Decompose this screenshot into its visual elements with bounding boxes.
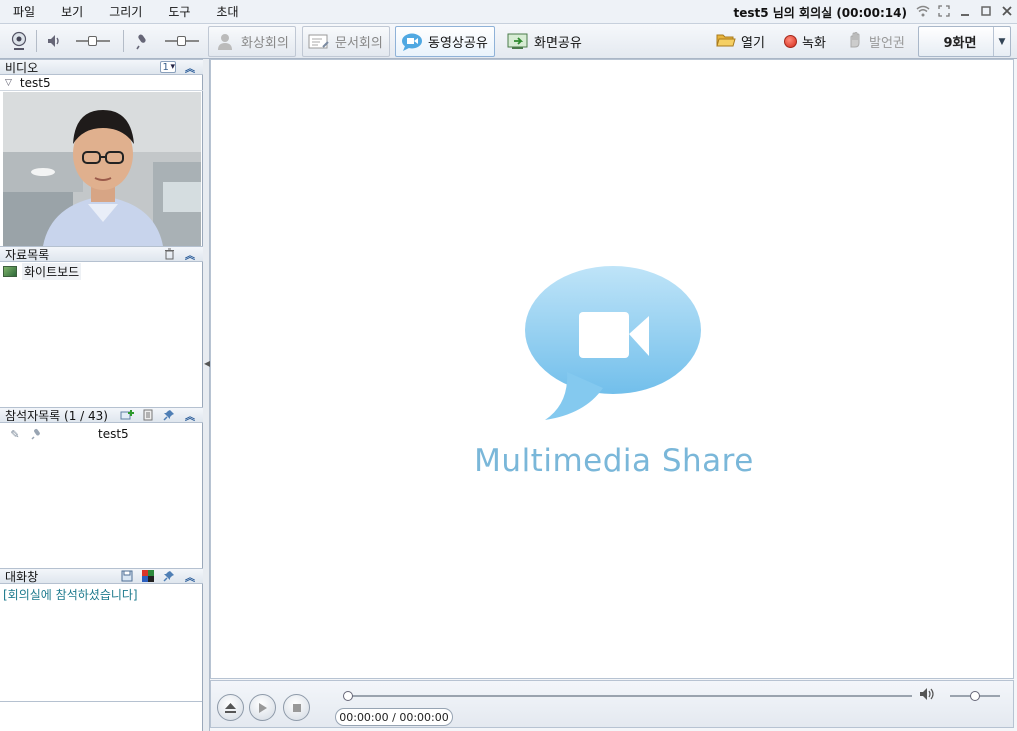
toolbar-separator <box>36 30 37 52</box>
mic-volume-slider[interactable] <box>165 36 199 46</box>
screen-share-icon <box>507 32 529 52</box>
room-title: test5 님의 회의실 (00:00:14) <box>733 6 907 20</box>
multimedia-share-logo-icon <box>525 266 701 420</box>
add-participant-icon[interactable] <box>120 408 134 422</box>
speak-right-label: 발언권 <box>869 36 905 51</box>
toolbar: 화상회의 문서회의 동영상공유 화면공유 열기 녹화 발언권 <box>0 24 1017 59</box>
menu-invite[interactable]: 초대 <box>203 3 251 20</box>
participant-name: test5 <box>98 427 129 441</box>
video-share-label: 동영상공유 <box>428 36 488 51</box>
stop-button[interactable] <box>283 694 310 721</box>
video-section-title: 비디오 <box>5 60 39 75</box>
video-section-header: 비디오 1 ▾ ︽ <box>0 59 203 75</box>
chat-message: [회의실에 참석하셨습니다] <box>3 588 138 602</box>
fullscreen-icon[interactable] <box>935 2 952 19</box>
open-button[interactable]: 열기 <box>716 26 765 57</box>
collapse-icon[interactable]: ︽ <box>183 60 197 75</box>
speaker-icon[interactable] <box>44 31 64 51</box>
pin-icon[interactable] <box>162 569 176 583</box>
volume-knob[interactable] <box>970 691 980 701</box>
left-panel: 비디오 1 ▾ ︽ ▽ test5 자료목록 ︽ 화이트보드 참석자목록 (1 … <box>0 59 203 731</box>
whiteboard-icon <box>3 265 17 277</box>
collapse-icon[interactable]: ︽ <box>183 408 197 423</box>
minimize-icon[interactable] <box>956 2 973 19</box>
microphone-icon[interactable] <box>133 31 153 51</box>
video-layout-select[interactable]: 1 ▾ <box>160 61 176 73</box>
user-icon <box>214 32 236 52</box>
menu-view[interactable]: 보기 <box>48 3 96 20</box>
close-icon[interactable] <box>998 2 1015 19</box>
screen-count-value: 9화면 <box>943 36 977 51</box>
screen-share-button[interactable]: 화면공유 <box>501 26 589 57</box>
list-item[interactable]: 화이트보드 <box>3 262 82 280</box>
record-icon <box>784 35 797 48</box>
window-controls <box>914 2 1015 19</box>
participants-section-title: 참석자목록 (1 / 43) <box>5 408 108 423</box>
record-button[interactable]: 녹화 <box>784 26 826 57</box>
video-conference-button[interactable]: 화상회의 <box>208 26 296 57</box>
pin-icon[interactable] <box>162 408 176 422</box>
video-conference-label: 화상회의 <box>241 36 289 51</box>
chevron-down-icon[interactable]: ▼ <box>993 27 1010 56</box>
chat-section-title: 대화창 <box>5 569 39 584</box>
toolbar-separator <box>123 30 124 52</box>
screen-count-select[interactable]: 9화면 ▼ <box>918 26 1011 57</box>
chat-section-header: 대화창 ︽ <box>0 568 203 584</box>
webcam-icon[interactable] <box>9 31 29 51</box>
video-layout-value: 1 <box>162 61 169 73</box>
list-icon[interactable] <box>141 408 155 422</box>
documents-section-header: 자료목록 ︽ <box>0 246 203 262</box>
collapse-icon[interactable]: ︽ <box>183 569 197 584</box>
save-icon[interactable] <box>120 569 134 583</box>
document-conference-label: 문서회의 <box>335 36 383 51</box>
maximize-icon[interactable] <box>977 2 994 19</box>
volume-slider[interactable] <box>950 691 1000 701</box>
folder-icon <box>716 32 736 52</box>
play-button[interactable] <box>249 694 276 721</box>
document-name: 화이트보드 <box>22 262 82 280</box>
volume-icon[interactable] <box>919 687 935 705</box>
pen-icon: ✎ <box>10 427 20 441</box>
color-palette-icon[interactable] <box>141 569 155 583</box>
table-row[interactable]: ✎ test5 <box>0 426 200 442</box>
wifi-icon <box>914 2 931 19</box>
collapse-icon[interactable]: ︽ <box>183 247 197 262</box>
video-user-name: test5 <box>19 75 51 90</box>
video-share-button[interactable]: 동영상공유 <box>395 26 495 57</box>
participants-section-header: 참석자목록 (1 / 43) ︽ <box>0 407 203 423</box>
menu-tools[interactable]: 도구 <box>155 3 203 20</box>
time-display: 00:00:00 / 00:00:00 <box>335 708 453 726</box>
documents-section-title: 자료목록 <box>5 247 50 262</box>
media-player-bar: 00:00:00 / 00:00:00 <box>210 680 1014 728</box>
seek-knob[interactable] <box>343 691 353 701</box>
chat-input[interactable] <box>0 701 202 731</box>
menu-file[interactable]: 파일 <box>0 3 48 20</box>
document-icon <box>308 32 330 52</box>
speaker-volume-slider[interactable] <box>76 36 110 46</box>
menu-draw[interactable]: 그리기 <box>96 3 155 20</box>
trash-icon[interactable] <box>162 247 176 261</box>
webcam-video <box>3 92 201 246</box>
record-label: 녹화 <box>802 36 826 51</box>
screen-share-label: 화면공유 <box>534 36 582 51</box>
video-user-row[interactable]: ▽ test5 <box>0 75 203 91</box>
microphone-icon <box>30 427 44 441</box>
video-share-stage: Multimedia Share <box>210 59 1014 679</box>
logo-text: Multimedia Share <box>474 443 754 479</box>
document-conference-button[interactable]: 문서회의 <box>302 26 390 57</box>
panel-splitter[interactable]: ◀ <box>203 59 210 731</box>
speak-right-button[interactable]: 발언권 <box>846 26 905 57</box>
seek-slider[interactable] <box>343 691 912 701</box>
raise-hand-icon <box>846 31 864 53</box>
eject-button[interactable] <box>217 694 244 721</box>
open-label: 열기 <box>741 36 765 51</box>
video-bubble-icon <box>401 32 423 52</box>
expand-triangle-icon[interactable]: ▽ <box>5 78 12 88</box>
